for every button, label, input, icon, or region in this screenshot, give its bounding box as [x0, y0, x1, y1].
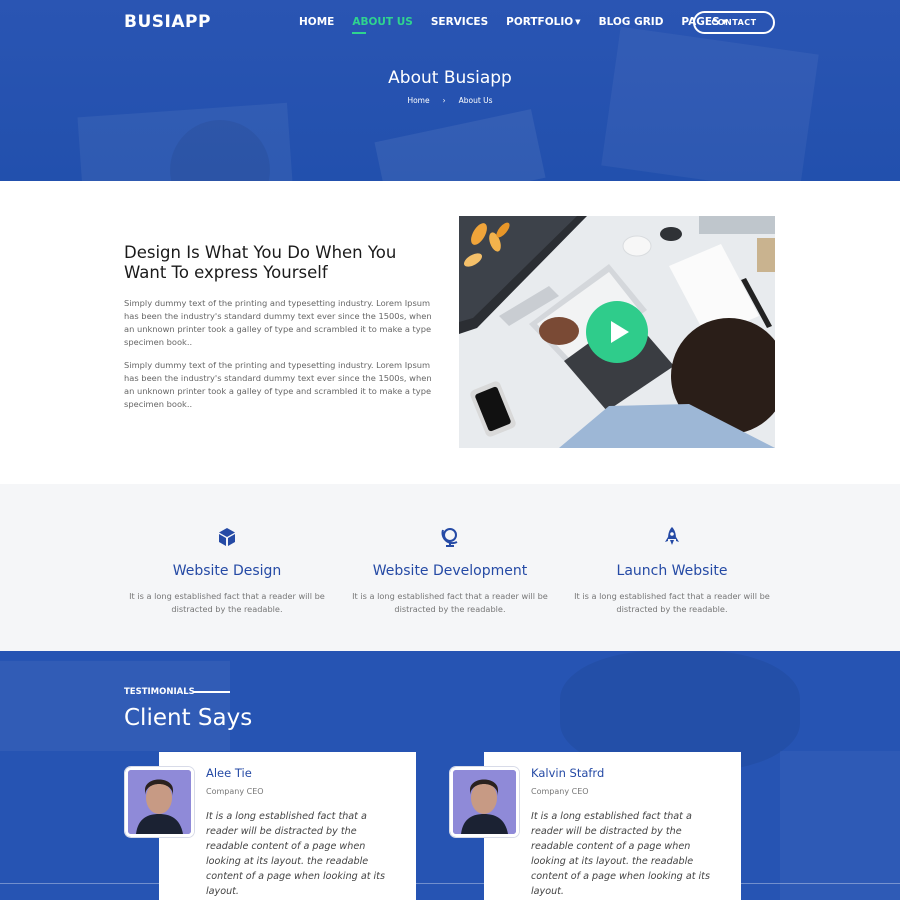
caret-down-icon: ▼ [575, 18, 581, 26]
globe-icon [441, 528, 458, 547]
testimonial-card: Alee Tie Company CEO It is a long establ… [159, 752, 416, 900]
avatar [125, 767, 194, 837]
client-quote: It is a long established fact that a rea… [531, 811, 710, 897]
nav-label: HOME [299, 16, 335, 28]
client-photo [128, 770, 191, 834]
breadcrumb-separator: › [442, 96, 446, 105]
service-description: It is a long established fact that a rea… [352, 591, 548, 614]
client-photo [453, 770, 516, 834]
main-nav: HOME ABOUT US SERVICES PORTFOLIO ▼ BLOG G… [299, 16, 745, 34]
nav-label: ABOUT US [352, 16, 413, 28]
about-paragraph: Simply dummy text of the printing and ty… [124, 360, 432, 409]
nav-label: PORTFOLIO [506, 16, 574, 28]
nav-about-us[interactable]: ABOUT US [352, 16, 413, 34]
section-label: TESTIMONIALS [124, 687, 195, 697]
nav-label: BLOG GRID [598, 16, 664, 28]
testimonials-section: TESTIMONIALS Client Says Alee Tie Compan… [0, 651, 900, 900]
section-title: Client Says [124, 705, 253, 731]
nav-home[interactable]: HOME [299, 16, 334, 28]
rocket-icon [665, 527, 679, 545]
service-title: Website Design [172, 563, 282, 579]
cube-icon [219, 528, 235, 546]
client-name: Kalvin Stafrd [531, 766, 605, 780]
about-paragraph: Simply dummy text of the printing and ty… [124, 298, 432, 347]
service-title: Website Development [372, 563, 528, 579]
breadcrumb-home-link[interactable]: Home [407, 96, 429, 105]
nav-services[interactable]: SERVICES [431, 16, 488, 28]
nav-label: SERVICES [430, 16, 489, 28]
service-description: It is a long established fact that a rea… [129, 591, 325, 614]
page-hero: BUSIAPP HOME ABOUT US SERVICES PORTFOLIO… [0, 0, 900, 181]
services-section: Website Design It is a long established … [0, 484, 900, 651]
nav-portfolio[interactable]: PORTFOLIO ▼ [506, 16, 580, 28]
hero-bg-shape [374, 109, 546, 181]
avatar [450, 767, 519, 837]
testimonial-card: Kalvin Stafrd Company CEO It is a long e… [484, 752, 741, 900]
service-title: Launch Website [616, 563, 728, 579]
breadcrumb-current: About Us [458, 96, 493, 105]
client-name: Alee Tie [206, 766, 252, 780]
section-label-line [194, 691, 230, 693]
client-quote: It is a long established fact that a rea… [206, 811, 385, 897]
testimonials-bg-shape [780, 751, 900, 900]
play-icon [610, 321, 629, 343]
video-play-button[interactable] [586, 301, 648, 363]
about-video-thumbnail[interactable] [459, 216, 775, 448]
nav-blog-grid[interactable]: BLOG GRID [599, 16, 664, 28]
contact-button[interactable]: CONTACT [693, 11, 775, 34]
about-heading: Design Is What You Do When You Want To e… [124, 243, 397, 282]
client-role: Company CEO [531, 787, 589, 796]
divider [0, 883, 900, 884]
page-title: About Busiapp [388, 68, 512, 88]
breadcrumb: Home › About Us [0, 96, 900, 105]
client-role: Company CEO [206, 787, 264, 796]
service-description: It is a long established fact that a rea… [574, 591, 770, 614]
site-logo[interactable]: BUSIAPP [124, 12, 211, 32]
